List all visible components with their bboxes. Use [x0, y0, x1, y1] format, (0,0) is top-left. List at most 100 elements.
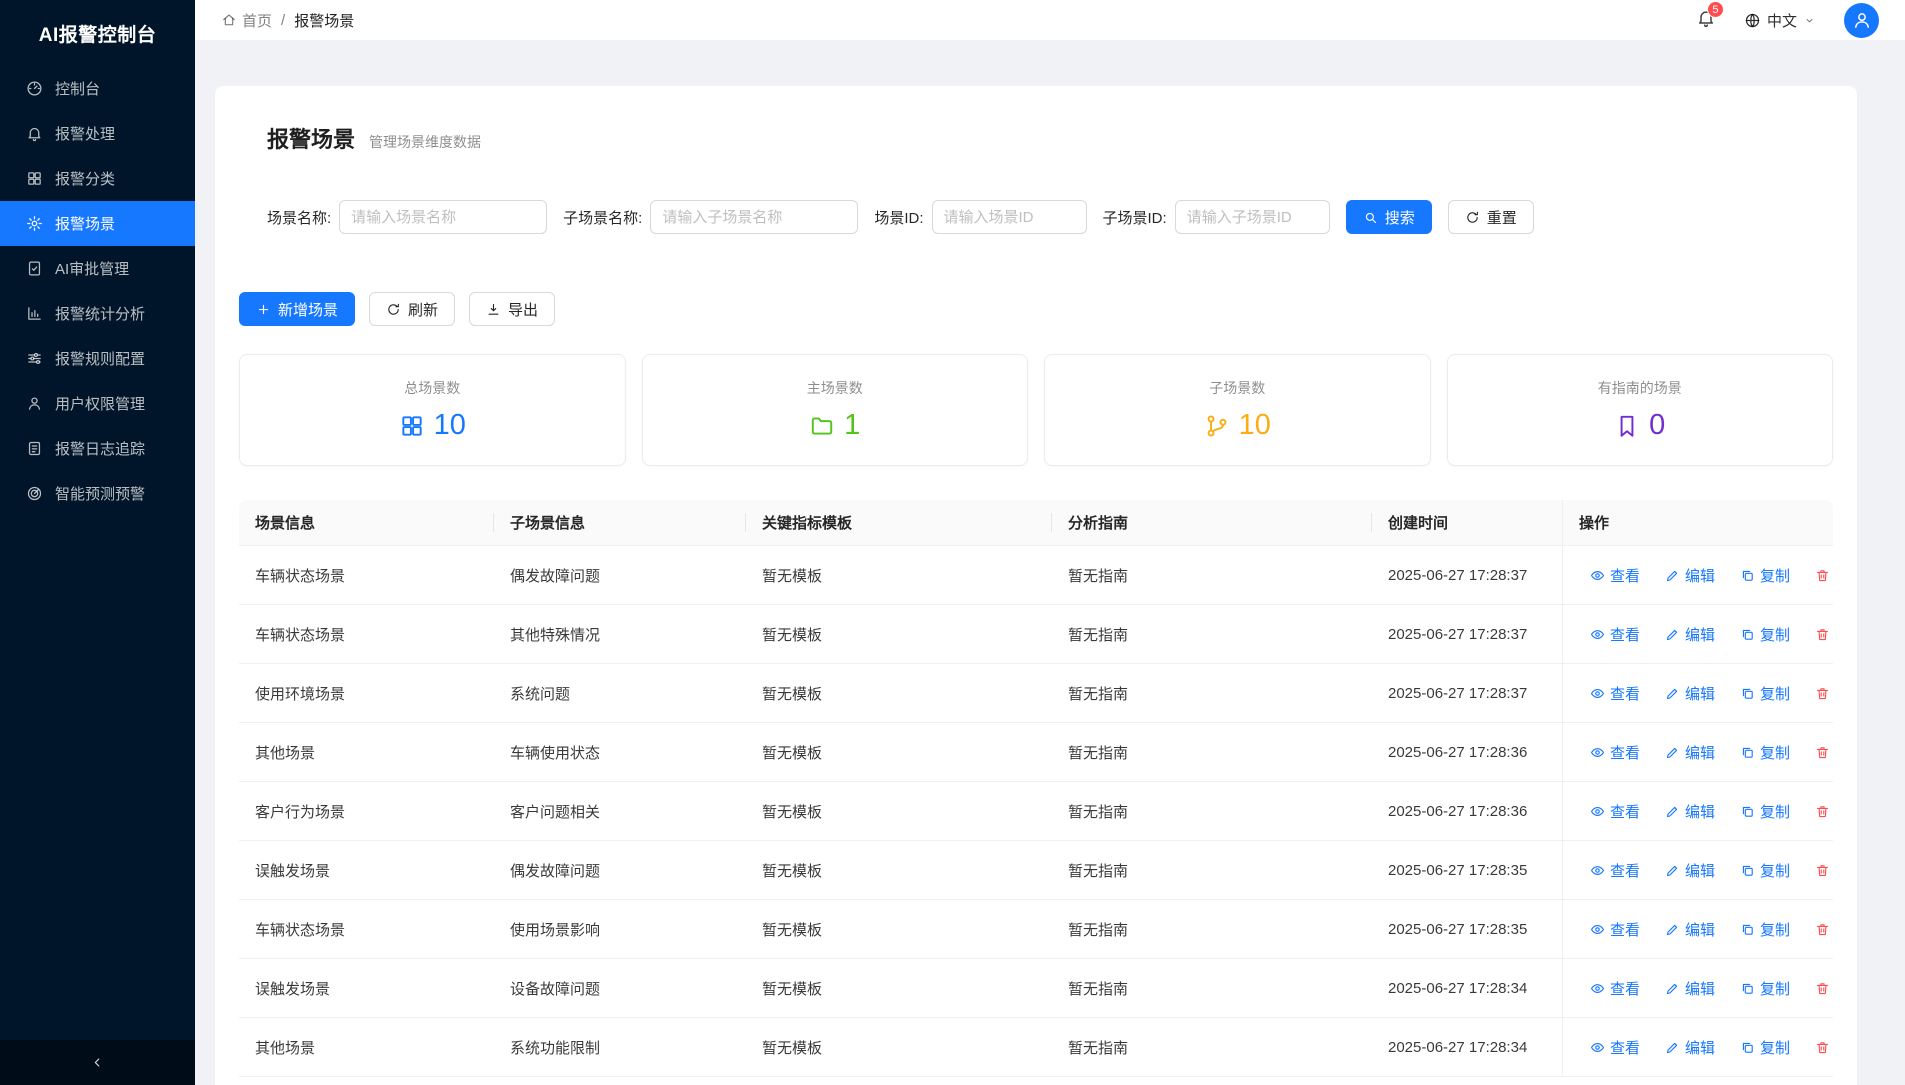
sidebar-item[interactable]: 报警处理 — [0, 111, 195, 156]
filter-input[interactable] — [1175, 200, 1330, 234]
eye-icon — [1590, 745, 1605, 760]
cell-guide: 暂无指南 — [1052, 959, 1372, 1017]
language-selector[interactable]: 中文 — [1744, 10, 1816, 31]
refresh-button[interactable]: 刷新 — [369, 292, 455, 326]
sidebar-item-label: AI审批管理 — [55, 258, 129, 279]
row-action-view[interactable]: 查看 — [1590, 742, 1640, 763]
dashboard-icon — [26, 80, 43, 97]
row-action-view[interactable]: 查看 — [1590, 801, 1640, 822]
row-action-delete[interactable]: 删除 — [1815, 860, 1833, 881]
delete-icon — [1815, 863, 1830, 878]
row-action-view[interactable]: 查看 — [1590, 978, 1640, 999]
sidebar-item[interactable]: 报警场景 — [0, 201, 195, 246]
search-icon — [1363, 210, 1378, 225]
sidebar-item[interactable]: 控制台 — [0, 66, 195, 111]
search-button[interactable]: 搜索 — [1346, 200, 1432, 234]
row-action-edit[interactable]: 编辑 — [1665, 565, 1715, 586]
cell-scene: 误触发场景 — [239, 959, 494, 1017]
stat-card: 总场景数10 — [239, 354, 626, 466]
stat-label: 有指南的场景 — [1598, 378, 1682, 398]
cell-created: 2025-06-27 17:28:35 — [1372, 841, 1562, 899]
row-action-view[interactable]: 查看 — [1590, 624, 1640, 645]
sidebar-item-label: 智能预测预警 — [55, 483, 145, 504]
cell-template: 暂无模板 — [746, 546, 1052, 604]
table-row: 其他场景车辆使用状态暂无模板暂无指南2025-06-27 17:28:36查看编… — [239, 723, 1833, 782]
cell-scene: 误触发场景 — [239, 841, 494, 899]
cell-template: 暂无模板 — [746, 782, 1052, 840]
copy-icon — [1740, 745, 1755, 760]
sidebar: AI报警控制台 控制台报警处理报警分类报警场景AI审批管理报警统计分析报警规则配… — [0, 0, 195, 1085]
row-action-delete[interactable]: 删除 — [1815, 919, 1833, 940]
row-action-edit[interactable]: 编辑 — [1665, 1037, 1715, 1058]
row-action-view[interactable]: 查看 — [1590, 860, 1640, 881]
row-action-delete[interactable]: 删除 — [1815, 742, 1833, 763]
cell-guide: 暂无指南 — [1052, 900, 1372, 958]
cell-actions: 查看 编辑 复制 删除 — [1562, 546, 1833, 604]
row-action-copy[interactable]: 复制 — [1740, 683, 1790, 704]
row-action-delete[interactable]: 删除 — [1815, 1037, 1833, 1058]
row-action-delete[interactable]: 删除 — [1815, 978, 1833, 999]
row-action-delete[interactable]: 删除 — [1815, 565, 1833, 586]
filter-input[interactable] — [650, 200, 858, 234]
row-action-view[interactable]: 查看 — [1590, 919, 1640, 940]
row-action-edit[interactable]: 编辑 — [1665, 742, 1715, 763]
row-action-copy[interactable]: 复制 — [1740, 978, 1790, 999]
row-action-copy[interactable]: 复制 — [1740, 860, 1790, 881]
sidebar-item[interactable]: 用户权限管理 — [0, 381, 195, 426]
row-action-edit[interactable]: 编辑 — [1665, 978, 1715, 999]
row-action-edit[interactable]: 编辑 — [1665, 860, 1715, 881]
breadcrumb-home[interactable]: 首页 — [221, 10, 272, 31]
sidebar-item[interactable]: 报警规则配置 — [0, 336, 195, 381]
row-action-delete[interactable]: 删除 — [1815, 683, 1833, 704]
row-action-copy[interactable]: 复制 — [1740, 565, 1790, 586]
filter-input[interactable] — [932, 200, 1087, 234]
cell-sub-scene: 使用场景影响 — [494, 900, 746, 958]
row-action-edit[interactable]: 编辑 — [1665, 801, 1715, 822]
row-action-copy[interactable]: 复制 — [1740, 919, 1790, 940]
export-button[interactable]: 导出 — [469, 292, 555, 326]
breadcrumb-home-label: 首页 — [242, 10, 272, 31]
notifications-button[interactable]: 5 — [1696, 8, 1716, 32]
sidebar-collapse-button[interactable] — [0, 1040, 195, 1085]
row-action-copy[interactable]: 复制 — [1740, 801, 1790, 822]
row-action-copy[interactable]: 复制 — [1740, 1037, 1790, 1058]
copy-icon — [1740, 568, 1755, 583]
cell-guide: 暂无指南 — [1052, 723, 1372, 781]
row-action-copy[interactable]: 复制 — [1740, 742, 1790, 763]
sidebar-item[interactable]: AI审批管理 — [0, 246, 195, 291]
avatar[interactable] — [1844, 3, 1879, 38]
row-action-view[interactable]: 查看 — [1590, 1037, 1640, 1058]
filter-input[interactable] — [339, 200, 547, 234]
row-action-edit[interactable]: 编辑 — [1665, 919, 1715, 940]
row-action-delete[interactable]: 删除 — [1815, 624, 1833, 645]
cell-template: 暂无模板 — [746, 605, 1052, 663]
column-header: 场景信息 — [239, 500, 494, 545]
cell-scene: 使用环境场景 — [239, 664, 494, 722]
stat-value: 1 — [809, 409, 860, 442]
row-action-view[interactable]: 查看 — [1590, 683, 1640, 704]
filter-field: 子场景ID: — [1103, 200, 1330, 234]
row-action-copy[interactable]: 复制 — [1740, 624, 1790, 645]
sidebar-item[interactable]: 报警分类 — [0, 156, 195, 201]
sidebar-item[interactable]: 智能预测预警 — [0, 471, 195, 516]
row-action-view[interactable]: 查看 — [1590, 565, 1640, 586]
edit-icon — [1665, 568, 1680, 583]
row-action-edit[interactable]: 编辑 — [1665, 624, 1715, 645]
breadcrumb-separator: / — [281, 12, 285, 29]
row-action-edit[interactable]: 编辑 — [1665, 683, 1715, 704]
copy-icon — [1740, 981, 1755, 996]
filter-field: 子场景名称: — [563, 200, 858, 234]
page-subtitle: 管理场景维度数据 — [369, 132, 481, 152]
reset-button[interactable]: 重置 — [1448, 200, 1534, 234]
cell-sub-scene: 偶发故障问题 — [494, 841, 746, 899]
filter-fields: 场景名称:子场景名称:场景ID:子场景ID: — [267, 200, 1330, 234]
predict-icon — [26, 485, 43, 502]
sidebar-item[interactable]: 报警日志追踪 — [0, 426, 195, 471]
row-action-delete[interactable]: 删除 — [1815, 801, 1833, 822]
filter-label: 子场景名称: — [563, 207, 642, 228]
cell-sub-scene: 设备故障问题 — [494, 959, 746, 1017]
sidebar-item[interactable]: 报警统计分析 — [0, 291, 195, 336]
add-scene-button[interactable]: 新增场景 — [239, 292, 355, 326]
cell-actions: 查看 编辑 复制 删除 — [1562, 723, 1833, 781]
table-row: 车辆状态场景其他特殊情况暂无模板暂无指南2025-06-27 17:28:37查… — [239, 605, 1833, 664]
